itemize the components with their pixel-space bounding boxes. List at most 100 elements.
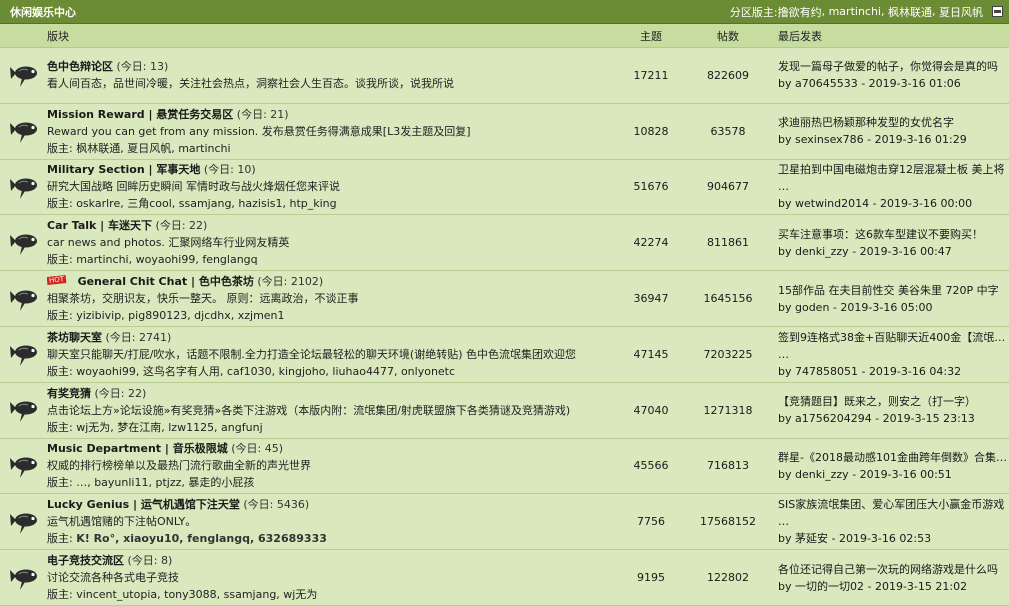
last-post-title[interactable]: 求迪丽热巴杨颖那种发型的女优名字: [778, 114, 1009, 131]
forum-name-link[interactable]: Military Section | 军事天地: [47, 163, 200, 176]
forum-row: HOT General Chit Chat | 色中色茶坊 (今日: 2102)…: [0, 271, 1009, 327]
topic-count: 47040: [633, 403, 669, 417]
last-post-author[interactable]: by 747858051 - 2019-3-16 04:32: [778, 363, 1009, 380]
today-count: (今日: 2102): [257, 275, 324, 289]
forum-row: Military Section | 军事天地 (今日: 10) 研究大国战略 …: [0, 159, 1009, 216]
forum-description: 点击论坛上方»论坛设施»有奖竞猜»各类下注游戏（本版内附：流氓集团/射虎联盟旗下…: [47, 403, 571, 417]
today-count: (今日: 2741): [105, 330, 172, 344]
post-count: 1271318: [703, 403, 753, 417]
last-post-title[interactable]: 买车注意事项：这6款车型建议不要购买！: [778, 226, 1009, 243]
topic-count: 36947: [633, 292, 669, 306]
forum-row: 电子竞技交流区 (今日: 8) 讨论交流各种各式电子竞技 版主: vincent…: [0, 550, 1009, 606]
fish-icon: [9, 234, 37, 255]
category-header: 休闲娱乐中心 分区版主: 撸欲有约, martinchi, 枫林联通, 夏日风帆: [0, 0, 1009, 24]
forum-name-link[interactable]: Mission Reward | 悬赏任务交易区: [47, 108, 233, 121]
post-count: 7203225: [703, 347, 753, 361]
last-post-author[interactable]: by sexinsex786 - 2019-3-16 01:29: [778, 131, 1009, 148]
forum-moderators: 版主: oskarlre, 三角cool, ssamjang, hazisis1…: [47, 197, 337, 211]
post-count: 811861: [707, 236, 749, 250]
column-header: 版块 主题 帖数 最后发表: [0, 24, 1009, 48]
forum-status-cell: [0, 104, 47, 159]
topic-count: 17211: [633, 68, 669, 82]
last-post-title[interactable]: 各位还记得自己第一次玩的网络游戏是什么吗: [778, 561, 1009, 578]
last-post-title[interactable]: 【竞猜题目】既来之，则安之（打一字）: [778, 393, 1009, 410]
forum-name-link[interactable]: Car Talk | 车迷天下: [47, 219, 152, 232]
forum-list: 色中色辩论区 (今日: 13) 看人间百态，品世间冷暖，关注社会热点，洞察社会人…: [0, 48, 1009, 606]
forum-moderators: 版主: yizibivip, pig890123, djcdhx, xzjmen…: [47, 309, 285, 323]
forum-name-link[interactable]: Music Department | 音乐极限城: [47, 442, 228, 455]
forum-moderators: 版主: martinchi, woyaohi99, fenglangq: [47, 253, 258, 267]
category-title[interactable]: 休闲娱乐中心: [10, 4, 76, 20]
last-post-title[interactable]: 签到9连格式38金+百贴聊天近400金【流氓集团: [778, 329, 1009, 346]
forum-moderators: 版主: vincent_utopia, tony3088, ssamjang, …: [47, 588, 318, 602]
category-moderators: 分区版主: 撸欲有约, martinchi, 枫林联通, 夏日风帆: [730, 4, 1003, 20]
forum-description: 运气机遇馆赌的下注帖ONLY。: [47, 515, 197, 529]
moderator-link[interactable]: martinchi: [829, 5, 881, 18]
moderator-label: 版主:: [47, 532, 77, 546]
forum-description: 聊天室只能聊天/打屁/吹水，话题不限制.全力打造全论坛最轻松的聊天环境(谢绝转贴…: [47, 347, 576, 361]
column-last-post: 最后发表: [778, 29, 822, 43]
column-forum: 版块: [47, 29, 69, 43]
post-count: 17568152: [700, 515, 756, 529]
last-post-author[interactable]: by 一切的一切02 - 2019-3-15 21:02: [778, 578, 1009, 595]
forum-description: 相聚茶坊，交朋识友，快乐一整天。 原则：远离政治，不谈正事: [47, 292, 359, 306]
collapse-icon[interactable]: [992, 6, 1003, 17]
last-post-author[interactable]: by goden - 2019-3-16 05:00: [778, 299, 1009, 316]
topic-count: 47145: [633, 347, 669, 361]
forum-name-link[interactable]: 有奖竞猜: [47, 387, 91, 400]
last-post-title[interactable]: 卫星拍到中国电磁炮击穿12层混凝土板 美上将: [778, 161, 1009, 178]
forum-row: 茶坊聊天室 (今日: 2741) 聊天室只能聊天/打屁/吹水，话题不限制.全力打…: [0, 326, 1009, 383]
forum-status-cell: [0, 550, 47, 605]
today-count: (今日: 45): [231, 442, 284, 456]
today-count: (今日: 21): [236, 107, 289, 121]
last-post-author[interactable]: by 茅延安 - 2019-3-16 02:53: [778, 530, 1009, 547]
forum-moderators: 版主: …, bayunli11, ptjzz, 暴走的小屁孩: [47, 476, 255, 490]
forum-status-cell: [0, 494, 47, 549]
forum-row: Lucky Genius | 运气机遇馆下注天堂 (今日: 5436) 运气机遇…: [0, 494, 1009, 551]
forum-name-link[interactable]: General Chit Chat | 色中色茶坊: [78, 275, 254, 288]
forum-status-cell: [0, 271, 47, 326]
last-post-author[interactable]: by a1756204294 - 2019-3-15 23:13: [778, 410, 1009, 427]
moderator-link[interactable]: 枫林联通: [888, 4, 932, 20]
last-post-author[interactable]: by denki_zzy - 2019-3-16 00:51: [778, 466, 1009, 483]
hot-badge: HOT: [47, 275, 67, 286]
post-count: 822609: [707, 68, 749, 82]
forum-row: Music Department | 音乐极限城 (今日: 45) 权威的排行榜…: [0, 438, 1009, 495]
forum-name-link[interactable]: 色中色辩论区: [47, 60, 113, 73]
moderator-link[interactable]: 夏日风帆: [939, 4, 983, 20]
forum-row: Car Talk | 车迷天下 (今日: 22) car news and ph…: [0, 215, 1009, 272]
today-count: (今日: 8): [127, 554, 173, 568]
fish-icon: [9, 345, 37, 367]
forum-moderators: 版主: K! Ro°, xiaoyu10, fenglangq, 6326893…: [47, 530, 620, 547]
last-post-title[interactable]: SIS家族流氓集团、爱心军团压大小赢金币游戏: [778, 496, 1009, 513]
forum-name-link[interactable]: 茶坊聊天室: [47, 331, 102, 344]
forum-description: car news and photos. 汇聚网络车行业网友精英: [47, 236, 290, 250]
last-post-title[interactable]: 发现一篇母子做爱的帖子，你觉得会是真的吗: [778, 58, 1009, 75]
fish-icon: [9, 401, 37, 423]
moderator-link[interactable]: 撸欲有约: [778, 4, 822, 20]
last-post-title[interactable]: 15部作品 在夫目前性交 美谷朱里 720P 中字: [778, 282, 1009, 299]
fish-icon: [9, 178, 37, 199]
last-post-author[interactable]: by wetwind2014 - 2019-3-16 00:00: [778, 195, 1009, 212]
topic-count: 9195: [637, 571, 665, 585]
fish-icon: [9, 290, 37, 311]
forum-status-cell: [0, 383, 47, 438]
forum-description: Reward you can get from any mission. 发布悬…: [47, 124, 471, 138]
post-count: 122802: [707, 571, 749, 585]
forum-status-cell: [0, 439, 47, 494]
forum-name-link[interactable]: 电子竞技交流区: [47, 554, 124, 567]
forum-description: 权威的排行榜榜单以及最热门流行歌曲全新的声光世界: [47, 459, 311, 473]
forum-name-link[interactable]: Lucky Genius | 运气机遇馆下注天堂: [47, 498, 240, 511]
column-posts: 帖数: [717, 29, 739, 43]
today-count: (今日: 22): [155, 219, 208, 233]
fish-icon: [9, 457, 37, 478]
moderator-names[interactable]: K! Ro°, xiaoyu10, fenglangq, 632689333: [76, 532, 327, 545]
last-post-title[interactable]: 群星-《2018最动感101金曲跨年倒数》合集[3 …: [778, 449, 1009, 466]
forum-row: Mission Reward | 悬赏任务交易区 (今日: 21) Reward…: [0, 103, 1009, 160]
last-post-author[interactable]: by a70645533 - 2019-3-16 01:06: [778, 75, 1009, 92]
topic-count: 10828: [633, 124, 669, 138]
column-topics: 主题: [640, 29, 662, 43]
fish-icon: [9, 122, 37, 144]
last-post-author[interactable]: by denki_zzy - 2019-3-16 00:47: [778, 243, 1009, 260]
forum-row: 色中色辩论区 (今日: 13) 看人间百态，品世间冷暖，关注社会热点，洞察社会人…: [0, 48, 1009, 104]
